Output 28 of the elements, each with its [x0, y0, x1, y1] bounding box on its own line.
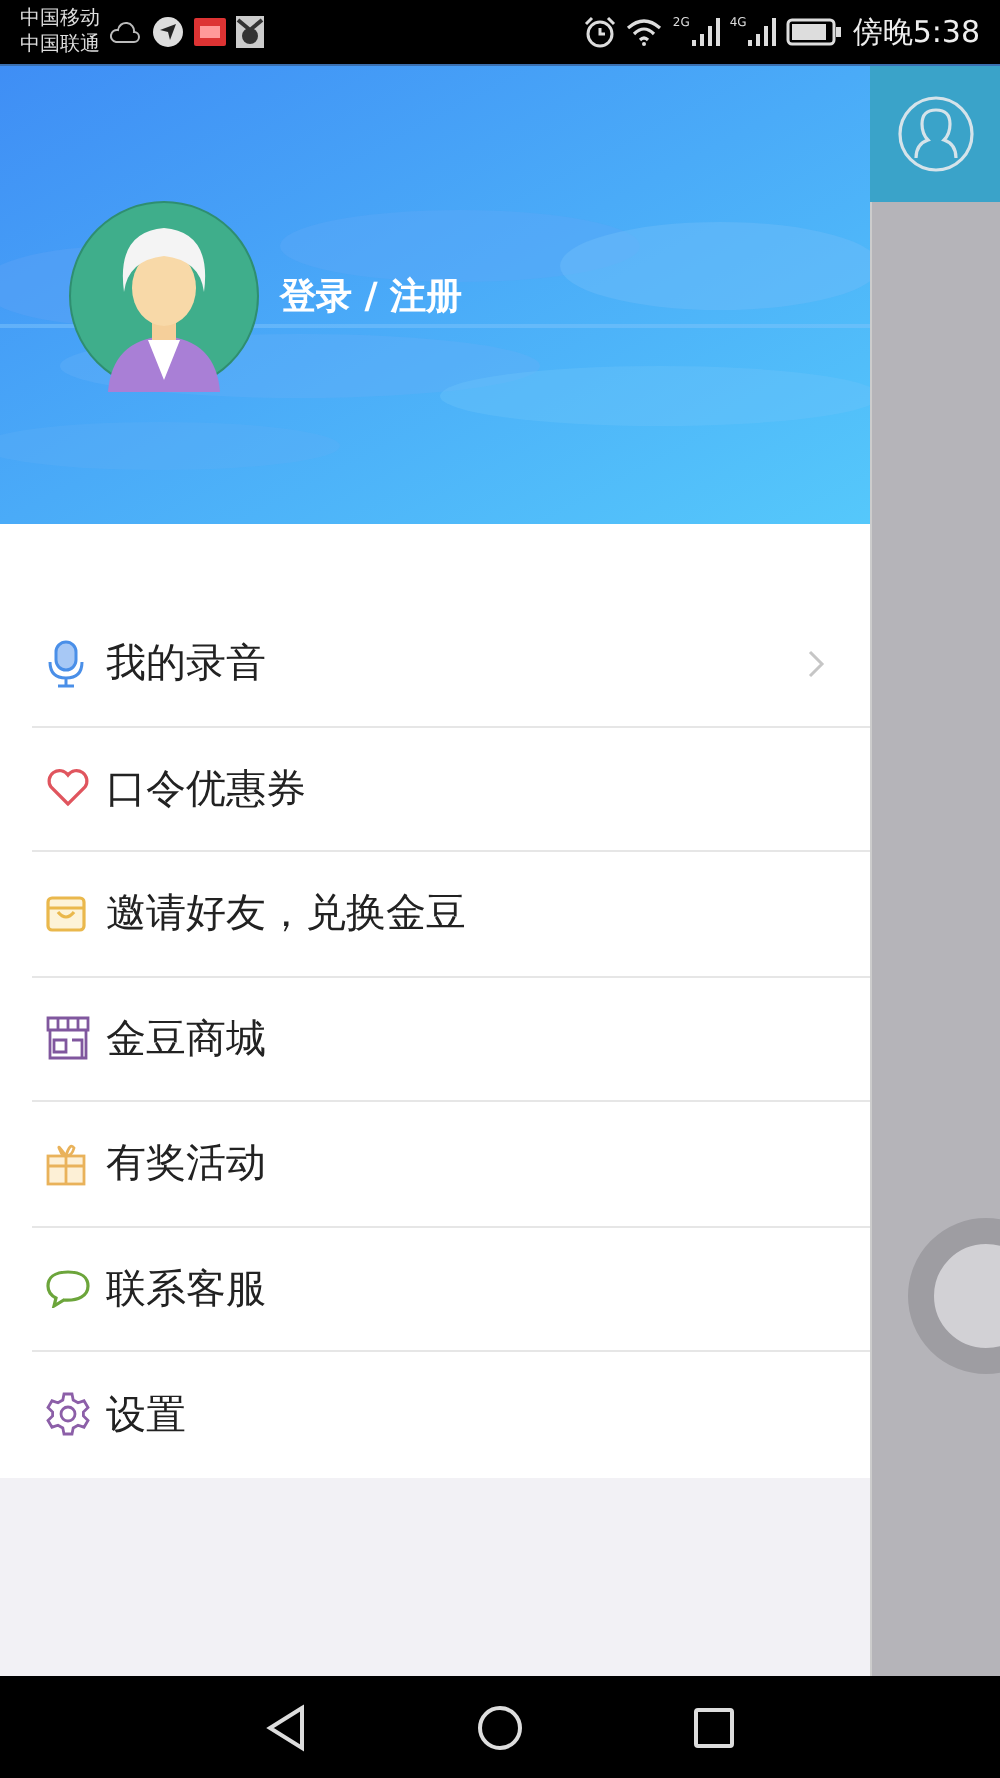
menu-item[interactable]: 设置 [32, 1352, 870, 1477]
menu-item[interactable]: 有奖活动 [32, 1102, 870, 1227]
weather-icon [110, 18, 142, 46]
heart-icon [46, 768, 90, 809]
menu-item[interactable]: 我的录音 [32, 602, 870, 727]
battery-icon [786, 18, 843, 46]
app-icon [194, 18, 226, 46]
wifi-icon [626, 18, 663, 46]
microphone-icon [46, 639, 86, 688]
settings-icon [46, 1392, 90, 1437]
menu-item[interactable]: 邀请好友，兑换金豆 [32, 852, 870, 977]
store-icon [46, 1016, 90, 1061]
carrier-name: 中国联通 [20, 32, 100, 58]
back-icon[interactable] [264, 1703, 308, 1751]
home-icon[interactable] [476, 1703, 524, 1751]
carrier-name: 中国移动 [20, 6, 100, 32]
app-icon [152, 16, 184, 48]
app-icon [236, 16, 264, 48]
signal-icon [691, 18, 720, 46]
gift-icon [46, 1141, 86, 1186]
menu-item[interactable]: 金豆商城 [32, 977, 870, 1102]
chat-bubble-icon [46, 1268, 90, 1309]
recent-apps-icon[interactable] [692, 1705, 736, 1749]
avatar-icon[interactable] [68, 200, 260, 392]
box-icon [46, 893, 86, 934]
clock-time: 傍晚5:38 [852, 13, 980, 51]
signal-icon [748, 18, 777, 46]
alarm-icon [584, 16, 617, 48]
